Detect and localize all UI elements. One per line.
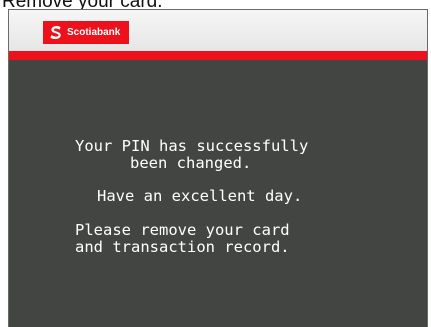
remove-card-message-line-1: Please remove your card: [75, 221, 290, 239]
header: Scotiabank: [9, 10, 427, 51]
atm-screen: Scotiabank Your PIN has successfully bee…: [8, 9, 428, 327]
brand-name: Scotiabank: [67, 27, 121, 38]
greeting-message: Have an excellent day.: [97, 187, 303, 205]
page: Remove your card. Scotiabank Your PIN ha…: [0, 0, 431, 327]
remove-card-message-line-2: and transaction record.: [75, 238, 290, 256]
pin-changed-message-line-2: been changed.: [130, 154, 252, 172]
brand-logo: Scotiabank: [43, 21, 129, 44]
scotiabank-s-icon: [49, 25, 63, 40]
pin-changed-message-line-1: Your PIN has successfully: [75, 137, 309, 155]
header-accent-bar: [9, 51, 427, 60]
